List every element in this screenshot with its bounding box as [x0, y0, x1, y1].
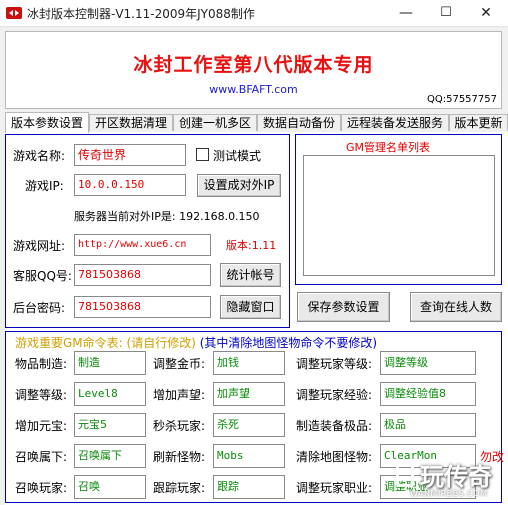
version-text: 版本:1.11	[226, 239, 277, 252]
command-label: 调整玩家经验:	[296, 388, 373, 402]
service-qq-label: 客服QQ号:	[13, 269, 72, 283]
watermark-text: 玩传奇	[420, 463, 492, 491]
game-name-field[interactable]: 传奇世界	[74, 144, 186, 166]
command-field[interactable]: Mobs	[213, 444, 285, 468]
command-label: 调整等级:	[15, 388, 68, 402]
command-field[interactable]: 跟踪	[213, 475, 285, 499]
command-field[interactable]: 召唤属下	[74, 444, 146, 468]
command-label: 增加元宝:	[15, 419, 68, 433]
minimize-button[interactable]: —	[386, 0, 426, 26]
tab-panel: 游戏名称: 传奇世界 测试模式 游戏IP: 10.0.0.150 设置成对外IP…	[5, 132, 508, 505]
gm-list-box[interactable]	[303, 155, 495, 276]
stats-account-button[interactable]: 统计帐号	[220, 263, 281, 287]
watermark-subtext: WANMIRBBS.COM	[410, 489, 488, 498]
command-field[interactable]: 调整经验值8	[380, 382, 476, 406]
commands-header-note: (其中清除地图怪物命令不要修改)	[199, 336, 378, 350]
test-mode-label: 测试模式	[213, 149, 262, 163]
banner-qq: QQ:57557757	[426, 94, 497, 105]
close-button[interactable]: ✕	[466, 0, 506, 26]
game-ip-label: 游戏IP:	[25, 179, 64, 193]
command-field[interactable]: 杀死	[213, 413, 285, 437]
command-field[interactable]: 召唤	[74, 475, 146, 499]
tab-data-cleanup[interactable]: 开区数据清理	[89, 114, 173, 131]
banner: 冰封工作室第八代版本专用 www.BFAFT.com QQ:57557757	[5, 31, 502, 109]
admin-password-label: 后台密码:	[13, 301, 66, 315]
tab-remote-equipment[interactable]: 远程装备发送服务	[341, 114, 449, 131]
maximize-button[interactable]: ☐	[426, 0, 466, 26]
title-bar: 冰封版本控制器-V1.11-2009年JY088制作 — ☐ ✕	[0, 0, 508, 27]
query-online-button[interactable]: 查询在线人数	[410, 292, 502, 322]
gm-list-group: GM管理名单列表	[295, 134, 502, 285]
site-watermark: 玩传奇 WANMIRBBS.COM	[392, 455, 500, 503]
tab-version-settings[interactable]: 版本参数设置	[5, 112, 89, 133]
command-field[interactable]: 加声望	[213, 382, 285, 406]
command-label: 刷新怪物:	[153, 450, 206, 464]
server-ip-text: 服务器当前对外IP是: 192.168.0.150	[74, 210, 260, 223]
command-label: 调整金币:	[153, 357, 206, 371]
command-label: 调整玩家等级:	[296, 357, 373, 371]
command-field[interactable]: 制造	[74, 351, 146, 375]
command-field[interactable]: 调整等级	[380, 351, 476, 375]
commands-header-main: 游戏重要GM命令表: (请自行修改)	[15, 336, 196, 350]
service-qq-field[interactable]: 781503868	[74, 264, 211, 286]
command-label: 跟踪玩家:	[153, 481, 206, 495]
command-label: 清除地图怪物:	[296, 450, 373, 464]
command-label: 召唤属下:	[15, 450, 68, 464]
game-name-label: 游戏名称:	[13, 149, 66, 163]
command-label: 秒杀玩家:	[153, 419, 206, 433]
command-label: 制造装备极品:	[296, 419, 373, 433]
game-ip-field[interactable]: 10.0.0.150	[74, 174, 186, 196]
command-label: 物品制造:	[15, 357, 68, 371]
game-url-label: 游戏网址:	[13, 239, 66, 253]
command-label: 调整玩家职业:	[296, 481, 373, 495]
hide-window-button[interactable]: 隐藏窗口	[220, 295, 281, 319]
set-public-ip-button[interactable]: 设置成对外IP	[197, 174, 281, 197]
save-settings-button[interactable]: 保存参数设置	[297, 292, 390, 322]
settings-group: 游戏名称: 传奇世界 测试模式 游戏IP: 10.0.0.150 设置成对外IP…	[5, 134, 290, 328]
test-mode-checkbox[interactable]	[196, 148, 209, 161]
command-field[interactable]: Level8	[74, 382, 146, 406]
command-label: 召唤玩家:	[15, 481, 68, 495]
command-field[interactable]: 加钱	[213, 351, 285, 375]
window-title: 冰封版本控制器-V1.11-2009年JY088制作	[27, 7, 255, 21]
tab-multi-server[interactable]: 创建一机多区	[173, 114, 257, 131]
window-client-area: 冰封工作室第八代版本专用 www.BFAFT.com QQ:57557757 版…	[0, 27, 508, 505]
command-field[interactable]: 元宝5	[74, 413, 146, 437]
app-icon	[6, 7, 22, 19]
tab-bar: 版本参数设置 开区数据清理 创建一机多区 数据自动备份 远程装备发送服务 版本更…	[5, 112, 508, 133]
tab-auto-backup[interactable]: 数据自动备份	[257, 114, 341, 131]
tab-version-update[interactable]: 版本更新	[449, 114, 508, 131]
gm-list-title: GM管理名单列表	[346, 141, 431, 154]
commands-header: 游戏重要GM命令表: (请自行修改) (其中清除地图怪物命令不要修改)	[15, 334, 377, 351]
admin-password-field[interactable]: 781503868	[74, 296, 211, 318]
command-field[interactable]: 极品	[380, 413, 476, 437]
command-label: 增加声望:	[153, 388, 206, 402]
game-url-field[interactable]: http://www.xue6.cn	[74, 234, 211, 256]
phone-icon	[396, 459, 414, 487]
banner-title: 冰封工作室第八代版本专用	[133, 54, 374, 76]
